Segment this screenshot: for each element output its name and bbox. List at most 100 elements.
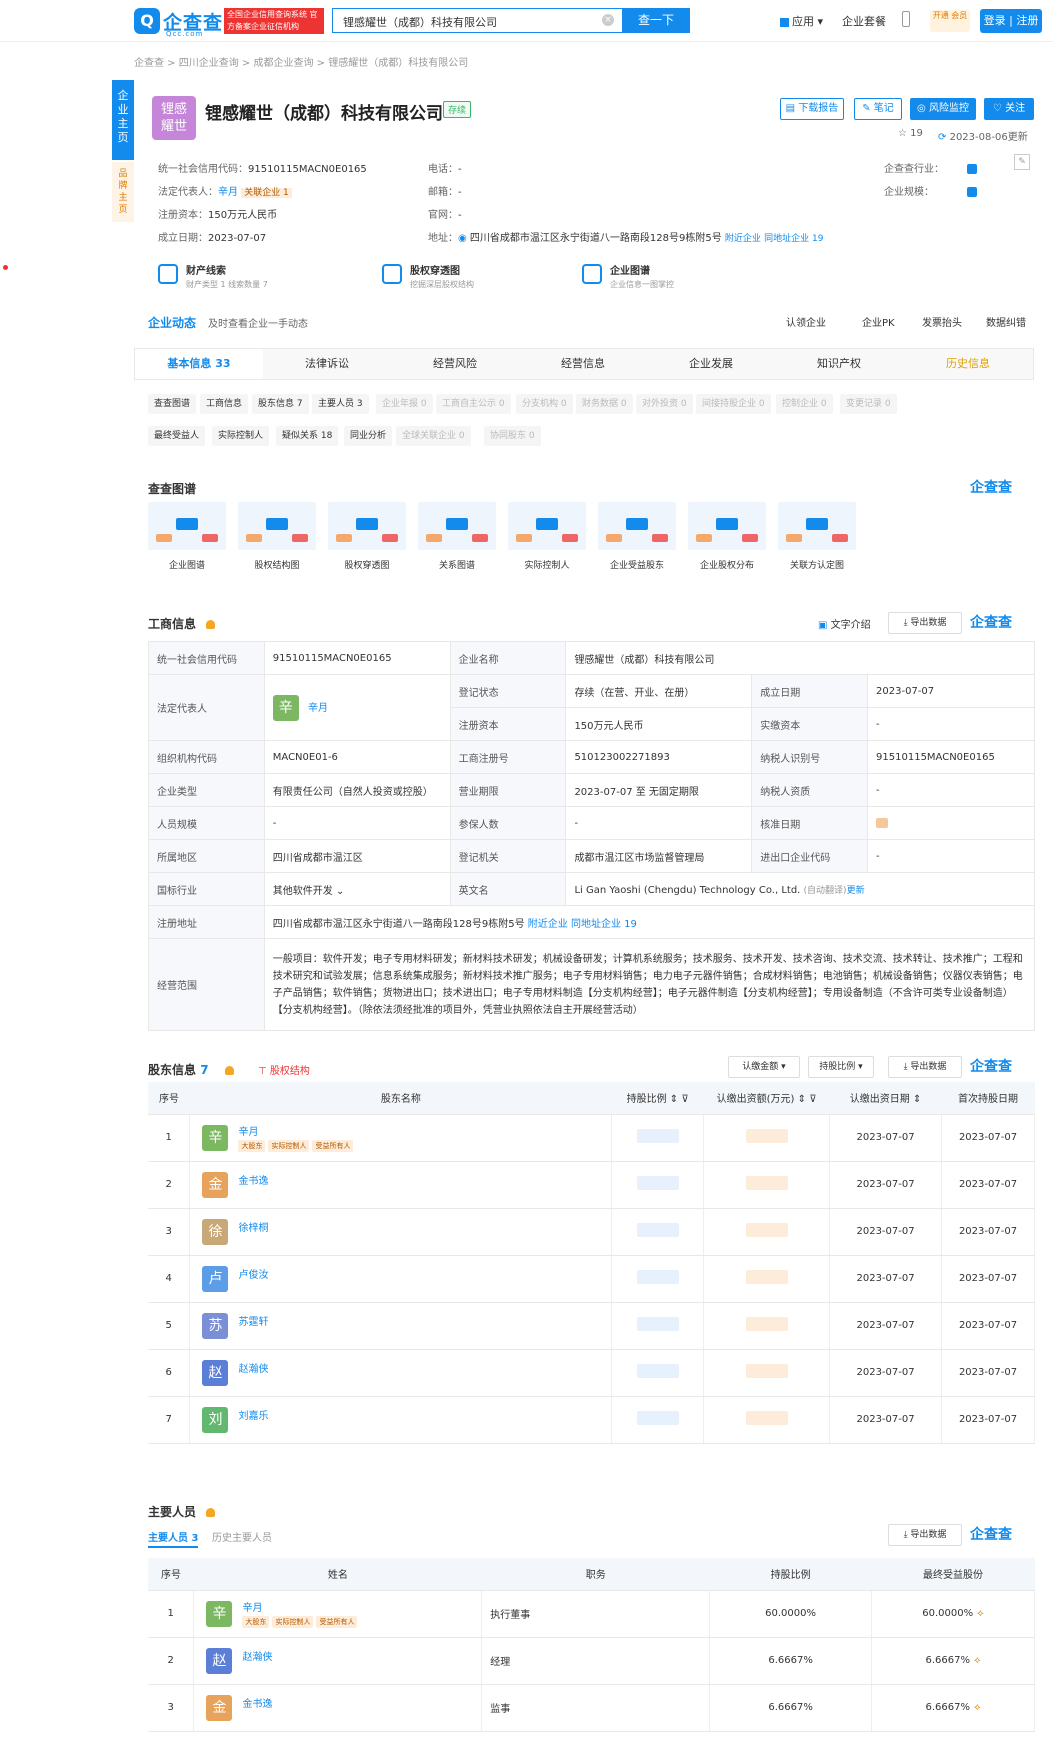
company-home-tab[interactable]: 企业主页	[112, 80, 134, 160]
nearby-link[interactable]: 附近企业	[725, 234, 761, 244]
chip-item[interactable]: 实际控制人	[212, 426, 270, 446]
manager-name-link[interactable]: 赵瀚侠	[242, 1648, 481, 1663]
manager-name-link[interactable]: 辛月	[242, 1599, 481, 1614]
qcc-logo-icon[interactable]: Q	[134, 8, 160, 34]
shareholder-tag[interactable]: 受益所有人	[312, 1140, 354, 1152]
bell-icon[interactable]	[224, 1066, 234, 1075]
shareholder-name-link[interactable]: 辛月	[238, 1123, 611, 1138]
same-address-link[interactable]: 同地址企业 19	[764, 234, 823, 244]
chip-item[interactable]: 分支机构 0	[516, 394, 573, 414]
breadcrumb[interactable]: 企查查 > 四川企业查询 > 成都企业查询 > 锂感耀世（成都）科技有限公司	[134, 54, 468, 69]
edit-icon[interactable]: ✎	[1014, 154, 1030, 170]
text-intro-button[interactable]: ▣ 文字介绍	[818, 616, 871, 631]
lock-icon[interactable]	[636, 1223, 679, 1237]
chip-item[interactable]: 疑似关系 18	[276, 426, 339, 446]
tab-current-managers[interactable]: 主要人员 3	[148, 1529, 199, 1548]
package-link[interactable]: 企业套餐	[842, 13, 886, 29]
shareholder-name-link[interactable]: 金书逸	[238, 1172, 611, 1187]
lock-icon[interactable]	[636, 1364, 679, 1378]
download-report-button[interactable]: ▤ 下载报告	[780, 98, 844, 120]
dynamics-title[interactable]: 企业动态	[148, 314, 196, 331]
graph-card[interactable]: 股权结构图	[238, 502, 316, 572]
legal-rep-link[interactable]: 辛月	[218, 187, 238, 198]
lock-icon[interactable]	[636, 1317, 679, 1331]
chip-item[interactable]: 财务数据 0	[576, 394, 633, 414]
lock-icon[interactable]	[967, 164, 978, 174]
shareholder-name-link[interactable]: 苏霆轩	[238, 1313, 611, 1328]
export-managers-button[interactable]: ⤓ 导出数据	[888, 1524, 962, 1546]
chip-item[interactable]: 协同股东 0	[484, 426, 541, 446]
legal-rep-link[interactable]: 辛月	[308, 703, 328, 714]
lock-icon[interactable]	[745, 1317, 788, 1331]
tab-history[interactable]: 历史信息	[903, 349, 1033, 379]
tab-business[interactable]: 经营信息	[519, 349, 647, 379]
update-link[interactable]: 更新	[847, 886, 865, 896]
graph-card[interactable]: 企业受益股东	[598, 502, 676, 572]
holding-ratio-dropdown[interactable]: 持股比例 ▾	[808, 1056, 874, 1078]
lock-icon[interactable]	[745, 1270, 788, 1284]
bell-icon[interactable]	[206, 620, 216, 629]
graph-card[interactable]: 企业图谱	[148, 502, 226, 572]
export-business-button[interactable]: ⤓ 导出数据	[888, 612, 962, 634]
chip-item[interactable]: 对外投资 0	[636, 394, 693, 414]
tab-risk[interactable]: 经营风险	[391, 349, 519, 379]
filter-icon[interactable]: ⊽	[681, 1094, 688, 1105]
chip-item[interactable]: 间接持股企业 0	[696, 394, 771, 414]
company-pk-link[interactable]: 企业PK	[862, 314, 895, 329]
manager-tag[interactable]: 实际控制人	[272, 1616, 314, 1628]
phone-icon[interactable]	[902, 11, 910, 27]
penetrate-icon[interactable]: ⟡	[977, 1608, 984, 1619]
lock-icon[interactable]	[745, 1176, 788, 1190]
claim-company-link[interactable]: 认领企业	[786, 314, 826, 329]
related-company-badge[interactable]: 关联企业 1	[241, 188, 292, 198]
lock-icon[interactable]	[876, 817, 889, 828]
clear-icon[interactable]: ×	[602, 14, 614, 26]
lock-icon[interactable]	[745, 1411, 788, 1425]
vip-button[interactable]: 开通 会员	[930, 10, 970, 32]
search-button[interactable]: 查一下	[622, 8, 690, 33]
lock-icon[interactable]	[636, 1411, 679, 1425]
tab-history-managers[interactable]: 历史主要人员	[212, 1529, 272, 1544]
chip-item[interactable]: 工商信息	[200, 394, 249, 414]
chip-item[interactable]: 控制企业 0	[776, 394, 833, 414]
col-header[interactable]: 持股比例 ⇕ ⊽	[611, 1082, 704, 1115]
lock-icon[interactable]	[745, 1223, 788, 1237]
shareholder-name-link[interactable]: 刘嘉乐	[238, 1407, 611, 1422]
shareholder-name-link[interactable]: 徐梓桐	[238, 1219, 611, 1234]
lock-icon[interactable]	[745, 1364, 788, 1378]
shareholder-name-link[interactable]: 卢俊汝	[238, 1266, 611, 1281]
graph-card[interactable]: 实际控制人	[508, 502, 586, 572]
search-input[interactable]: 锂感耀世（成都）科技有限公司	[332, 8, 622, 33]
chip-item[interactable]: 同业分析	[344, 426, 393, 446]
tab-development[interactable]: 企业发展	[647, 349, 775, 379]
risk-monitor-button[interactable]: ◎ 风险监控	[910, 98, 976, 120]
tab-basic-info[interactable]: 基本信息 33	[135, 349, 263, 379]
lock-icon[interactable]	[967, 187, 978, 197]
chip-item[interactable]: 查查图谱	[148, 394, 197, 414]
bell-icon[interactable]	[206, 1508, 216, 1517]
shareholder-tag[interactable]: 实际控制人	[268, 1140, 310, 1152]
lock-icon[interactable]	[745, 1129, 788, 1143]
chip-item[interactable]: 工商自主公示 0	[436, 394, 511, 414]
brand-home-tab[interactable]: 品牌主页	[112, 162, 134, 222]
chip-item[interactable]: 股东信息 7	[252, 394, 309, 414]
login-button[interactable]: 登录 | 注册	[980, 9, 1042, 33]
chip-item[interactable]: 全球关联企业 0	[396, 426, 471, 446]
manager-tag[interactable]: 大股东	[242, 1616, 270, 1628]
equity-structure-link[interactable]: ⊤ 股权结构	[258, 1062, 310, 1077]
apps-menu[interactable]: 应用 ▾	[780, 13, 823, 29]
graph-card[interactable]: 关系图谱	[418, 502, 496, 572]
chip-item[interactable]: 企业年报 0	[376, 394, 433, 414]
col-header[interactable]: 认缴出资日期 ⇕	[829, 1082, 942, 1115]
tab-ip[interactable]: 知识产权	[775, 349, 903, 379]
notes-button[interactable]: ✎ 笔记	[854, 98, 902, 120]
industry-cell[interactable]: 其他软件开发 ⌄	[263, 872, 451, 906]
tab-legal[interactable]: 法律诉讼	[263, 349, 391, 379]
lock-icon[interactable]	[636, 1176, 679, 1190]
subscribed-amount-dropdown[interactable]: 认缴金额 ▾	[728, 1056, 800, 1078]
filter-icon[interactable]: ⊽	[809, 1094, 816, 1105]
same-address-link[interactable]: 同地址企业 19	[571, 919, 637, 930]
col-header[interactable]: 认缴出资额(万元) ⇕ ⊽	[703, 1082, 830, 1115]
chip-item[interactable]: 变更记录 0	[840, 394, 897, 414]
chip-item[interactable]: 主要人员 3	[312, 394, 369, 414]
